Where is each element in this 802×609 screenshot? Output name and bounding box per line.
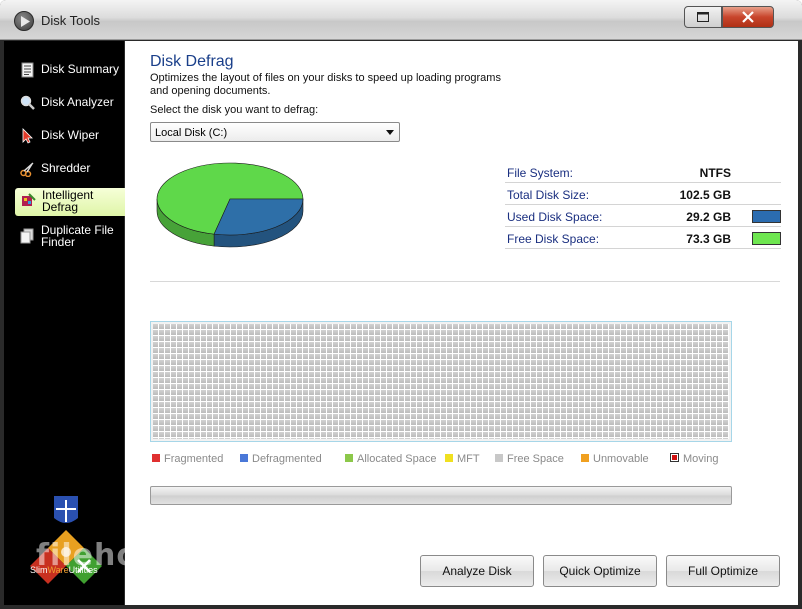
watermark-tld: .com: [193, 546, 248, 570]
stat-row-file-system: File System: NTFS: [505, 161, 781, 183]
main-panel: Disk Defrag Optimizes the layout of file…: [125, 41, 798, 605]
stat-label: File System:: [507, 166, 574, 180]
legend-label: Unmovable: [593, 453, 649, 465]
stat-label: Free Disk Space:: [507, 232, 600, 246]
sidebar-item-label: Intelligent Defrag: [42, 188, 94, 214]
sidebar-item-label: Disk Analyzer: [41, 95, 114, 109]
legend-label: Allocated Space: [357, 453, 437, 465]
used-space-swatch: [752, 210, 781, 223]
watermark-name: filehorse: [36, 538, 194, 573]
stat-row-used-space: Used Disk Space: 29.2 GB: [505, 205, 781, 227]
legend-moving: Moving: [670, 453, 718, 465]
legend-label: Moving: [683, 453, 719, 465]
legend-mft: MFT: [445, 453, 480, 465]
legend-allocated-space: Allocated Space: [345, 453, 437, 465]
sidebar-item-label: Shredder: [41, 161, 91, 175]
legend-swatch: [670, 453, 679, 462]
sidebar-item-shredder[interactable]: Shredder: [14, 156, 126, 182]
cursor-icon: [22, 128, 33, 144]
legend-swatch: [495, 454, 503, 462]
section-divider: [150, 281, 780, 282]
free-space-swatch: [752, 232, 781, 245]
cluster-map: [150, 321, 732, 442]
legend-label: Free Space: [507, 453, 564, 465]
app-play-icon[interactable]: [14, 11, 34, 31]
scissors-icon: [20, 162, 34, 177]
full-optimize-button[interactable]: Full Optimize: [666, 555, 780, 587]
sidebar-item-disk-wiper[interactable]: Disk Wiper: [14, 123, 126, 149]
disk-dropdown-value: Local Disk (C:): [155, 127, 228, 139]
legend-label: Defragmented: [252, 453, 322, 465]
sidebar-item-intelligent-defrag[interactable]: Intelligent Defrag: [15, 188, 142, 216]
stat-label: Total Disk Size:: [507, 188, 590, 202]
legend-free-space: Free Space: [495, 453, 564, 465]
chevron-down-icon: [386, 130, 394, 135]
disk-stats-table: File System: NTFS Total Disk Size: 102.5…: [505, 161, 781, 249]
maximize-icon: [697, 12, 709, 22]
legend-swatch: [445, 454, 453, 462]
defrag-icon: [22, 193, 36, 206]
disk-usage-pie-chart: [156, 162, 304, 248]
sidebar-item-label: Duplicate File Finder: [41, 223, 114, 249]
sidebar-item-disk-analyzer[interactable]: Disk Analyzer: [14, 90, 126, 116]
sidebar-item-disk-summary[interactable]: Disk Summary: [14, 57, 126, 83]
stat-value: 73.3 GB: [686, 232, 731, 246]
cluster-grid: [153, 324, 729, 439]
stat-row-free-space: Free Disk Space: 73.3 GB: [505, 227, 781, 249]
analyze-disk-button[interactable]: Analyze Disk: [420, 555, 534, 587]
stat-value: 102.5 GB: [679, 188, 731, 202]
legend-unmovable: Unmovable: [581, 453, 649, 465]
quick-optimize-button[interactable]: Quick Optimize: [543, 555, 657, 587]
cluster-legend: Fragmented Defragmented Allocated Space …: [152, 453, 752, 467]
document-icon: [21, 62, 34, 78]
disk-dropdown[interactable]: Local Disk (C:): [150, 122, 400, 142]
sidebar-item-label: Disk Summary: [41, 62, 120, 76]
legend-defragmented: Defragmented: [240, 453, 322, 465]
legend-swatch: [581, 454, 589, 462]
page-description: Optimizes the layout of files on your di…: [150, 72, 501, 97]
legend-label: MFT: [457, 453, 480, 465]
stat-value: 29.2 GB: [686, 210, 731, 224]
sidebar-item-duplicate-file-finder[interactable]: Duplicate File Finder: [14, 223, 126, 249]
maximize-button[interactable]: [684, 6, 722, 28]
close-icon: [742, 11, 754, 23]
watermark: filehorse.com: [36, 538, 247, 573]
title-bar[interactable]: Disk Tools: [0, 0, 802, 40]
legend-fragmented: Fragmented: [152, 453, 223, 465]
sidebar-item-label: Disk Wiper: [41, 128, 100, 142]
stat-row-total-size: Total Disk Size: 102.5 GB: [505, 183, 781, 205]
magnifier-icon: [20, 95, 35, 110]
stat-label: Used Disk Space:: [507, 210, 603, 224]
legend-label: Fragmented: [164, 453, 224, 465]
duplicate-icon: [20, 228, 34, 244]
defrag-progress-bar: [150, 486, 732, 505]
stat-value: NTFS: [699, 166, 731, 180]
app-window: Disk Tools Disk Summary Disk Analyzer Di…: [0, 0, 802, 609]
legend-swatch: [345, 454, 353, 462]
sidebar: Disk Summary Disk Analyzer Disk Wiper Sh…: [4, 41, 142, 605]
window-title: Disk Tools: [41, 13, 101, 28]
close-button[interactable]: [722, 6, 774, 28]
legend-swatch: [152, 454, 160, 462]
page-title: Disk Defrag: [150, 53, 234, 70]
disk-select-label: Select the disk you want to defrag:: [150, 104, 319, 116]
legend-swatch: [240, 454, 248, 462]
